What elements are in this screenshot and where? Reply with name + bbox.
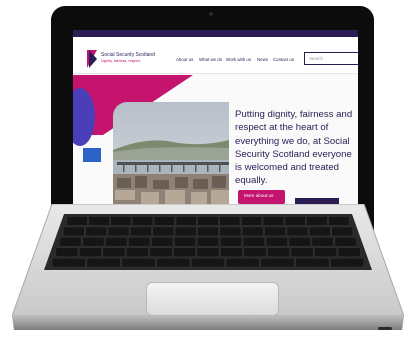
keyboard-key bbox=[173, 247, 196, 257]
keyboard-key bbox=[174, 237, 197, 247]
power-indicator-icon bbox=[378, 327, 392, 330]
more-about-us-button[interactable]: More about us bbox=[238, 190, 285, 204]
keyboard-key bbox=[290, 247, 314, 257]
social-security-scotland-logo-icon[interactable] bbox=[87, 50, 97, 68]
keyboard-key bbox=[265, 237, 288, 247]
keyboard-key bbox=[105, 237, 128, 247]
keyboard-key bbox=[219, 216, 241, 226]
keyboard-key bbox=[196, 247, 220, 257]
keyboard-key bbox=[79, 247, 102, 257]
search-input[interactable]: Search bbox=[304, 52, 358, 65]
keyboard-key bbox=[107, 226, 130, 237]
keyboard-key bbox=[288, 237, 311, 247]
keyboard-key bbox=[88, 216, 110, 226]
keyboard-key bbox=[191, 258, 225, 268]
keyboard-key bbox=[86, 258, 121, 268]
keyboard-key bbox=[51, 258, 86, 268]
keyboard-key bbox=[197, 226, 219, 237]
keyboard-key bbox=[152, 226, 174, 237]
keyboard-key bbox=[243, 247, 267, 257]
laptop-screen: Social Security Scotland Dignity, fairne… bbox=[73, 30, 358, 204]
keyboard-key bbox=[328, 216, 350, 226]
keyboard-key bbox=[242, 226, 264, 237]
keyboard-key bbox=[267, 247, 290, 257]
keyboard-key bbox=[331, 226, 353, 237]
keyboard-key bbox=[314, 247, 337, 257]
trackpad[interactable] bbox=[146, 282, 279, 316]
keyboard-key bbox=[241, 216, 262, 226]
keyboard-key bbox=[156, 258, 191, 268]
keyboard-key bbox=[220, 247, 243, 257]
keyboard-key bbox=[286, 226, 309, 237]
keyboard-key bbox=[55, 247, 79, 257]
keyboard-key bbox=[311, 237, 334, 247]
keyboard-key bbox=[66, 216, 88, 226]
keyboard-key bbox=[197, 216, 219, 226]
keyboard-key bbox=[242, 237, 265, 247]
keyboard-key bbox=[175, 216, 197, 226]
keyboard-key bbox=[306, 216, 328, 226]
nav-item-what-we-do[interactable]: What we do bbox=[199, 57, 222, 62]
keyboard-key bbox=[264, 226, 286, 237]
nav-item-contact[interactable]: Contact us bbox=[273, 57, 294, 62]
top-strip bbox=[73, 30, 358, 37]
keyboard-key bbox=[128, 237, 151, 247]
hero-headline: Putting dignity, fairness and respect at… bbox=[235, 109, 353, 187]
keyboard-key bbox=[219, 226, 242, 237]
keyboard-key bbox=[309, 226, 331, 237]
keyboard-key bbox=[151, 237, 174, 247]
search-placeholder: Search bbox=[309, 56, 323, 61]
keyboard-key bbox=[174, 226, 197, 237]
keyboard-key bbox=[110, 216, 132, 226]
more-about-us-label: More about us bbox=[244, 193, 274, 198]
keyboard-key bbox=[197, 237, 219, 247]
keyboard-key bbox=[63, 226, 85, 237]
keyboard-key bbox=[295, 258, 330, 268]
keyboard-key bbox=[149, 247, 173, 257]
keyboard-key bbox=[102, 247, 126, 257]
nav-item-news[interactable]: News bbox=[257, 57, 268, 62]
keyboard-key bbox=[130, 226, 152, 237]
keyboard-key bbox=[260, 258, 295, 268]
keyboard-key bbox=[121, 258, 156, 268]
keyboard-key bbox=[284, 216, 306, 226]
keyboard-key bbox=[82, 237, 105, 247]
keyboard-key bbox=[59, 237, 82, 247]
webcam-icon bbox=[209, 12, 213, 16]
brand-tagline: Dignity, fairness, respect. bbox=[101, 59, 142, 63]
keyboard-key bbox=[330, 258, 365, 268]
decorative-blue-square bbox=[83, 148, 101, 162]
keyboard-key bbox=[85, 226, 107, 237]
nav-item-work-with-us[interactable]: Work with us bbox=[226, 57, 251, 62]
keyboard-key bbox=[334, 237, 357, 247]
keyboard-key bbox=[132, 216, 153, 226]
brand-name[interactable]: Social Security Scotland bbox=[101, 52, 155, 58]
keyboard-key bbox=[219, 237, 242, 247]
nav-item-about[interactable]: About us bbox=[176, 57, 193, 62]
keyboard-key bbox=[337, 247, 361, 257]
hero-photo bbox=[113, 102, 229, 204]
keyboard-key bbox=[126, 247, 149, 257]
keyboard-key bbox=[225, 258, 260, 268]
keyboard-key bbox=[153, 216, 175, 226]
site-header: Social Security Scotland Dignity, fairne… bbox=[73, 37, 358, 74]
keyboard-key bbox=[263, 216, 284, 226]
